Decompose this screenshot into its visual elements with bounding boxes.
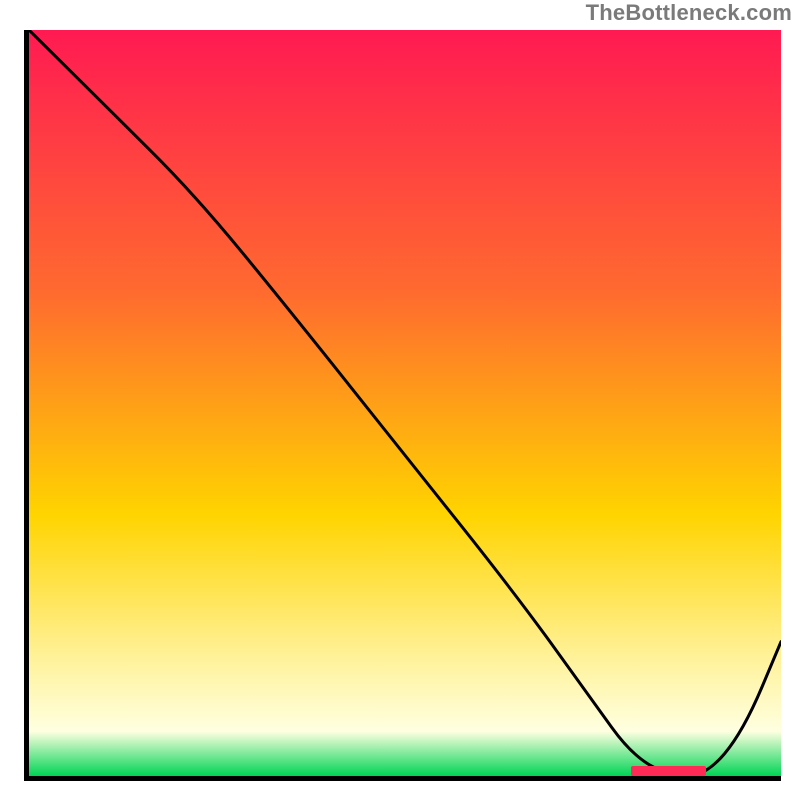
flat-segment-marker bbox=[631, 766, 706, 776]
chart-plot-area bbox=[24, 30, 781, 781]
attribution-text: TheBottleneck.com bbox=[586, 0, 792, 26]
chart-curve bbox=[29, 30, 781, 776]
